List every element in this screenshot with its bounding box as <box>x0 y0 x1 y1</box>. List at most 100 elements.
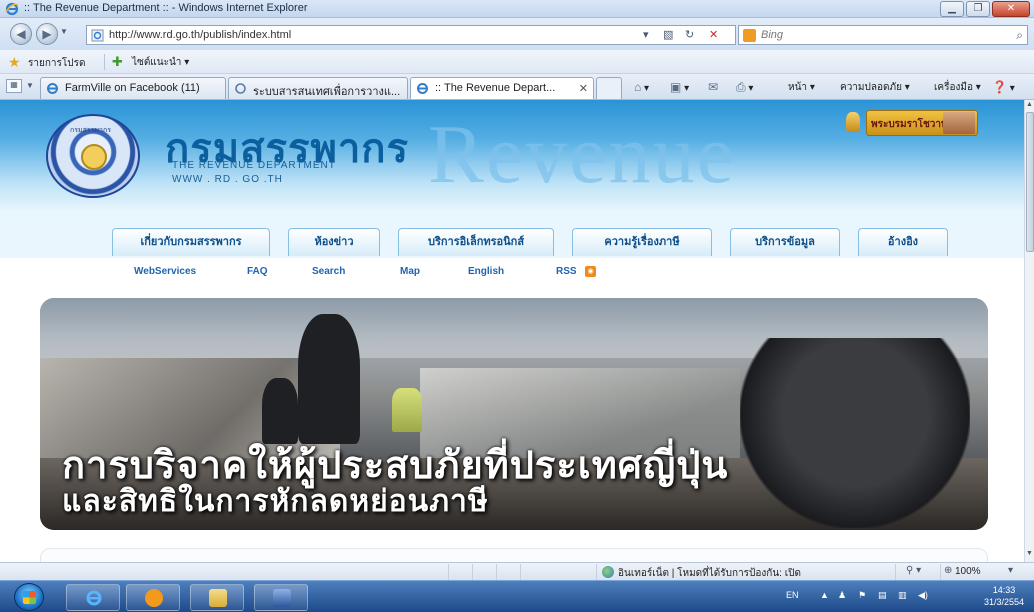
network-icon[interactable]: ▥ <box>898 590 907 601</box>
internet-explorer-icon <box>47 83 58 94</box>
feeds-button[interactable]: ▣ ▾ <box>670 80 689 94</box>
read-mail-button[interactable]: ✉ <box>708 80 718 94</box>
system-clock[interactable]: 14:33 31/3/2554 <box>984 584 1024 608</box>
favorites-button[interactable]: รายการโปรด <box>28 56 85 71</box>
link-search[interactable]: Search <box>312 266 345 277</box>
loading-page-icon <box>235 83 246 94</box>
window-title: :: The Revenue Department :: - Windows I… <box>24 2 308 14</box>
page-viewport: Revenue กรมสรรพากร กรมสรรพากร THE REVENU… <box>0 100 1024 562</box>
search-placeholder[interactable]: Bing <box>761 29 783 41</box>
tray-device-icon[interactable]: ▤ <box>878 590 887 601</box>
compatibility-view-icon[interactable]: ▧ <box>663 28 673 41</box>
recent-pages-dropdown-icon[interactable]: ▼ <box>60 27 68 36</box>
tab-information-system[interactable]: ระบบสารสนเทศเพื่อการวางแ... <box>228 77 408 99</box>
close-tab-icon[interactable]: ✕ <box>579 82 588 95</box>
help-button[interactable]: ❓ ▾ <box>992 80 1015 94</box>
hero-banner[interactable]: การบริจาคให้ผู้ประสบภัยที่ประเทศญี่ปุ่น … <box>40 298 988 530</box>
favorites-star-icon[interactable]: ★ <box>8 54 21 71</box>
status-divider <box>940 564 941 580</box>
status-bar: อินเทอร์เน็ต | โหมดที่ได้รับการป้องกัน: … <box>0 562 1034 580</box>
address-dropdown-icon[interactable]: ▾ <box>643 28 649 41</box>
vertical-scrollbar[interactable]: ▲ ▼ <box>1024 100 1034 562</box>
taskbar-word[interactable] <box>254 584 308 611</box>
tab-list-dropdown-icon[interactable]: ▼ <box>26 81 34 90</box>
menu-tax-knowledge[interactable]: ความรู้เรื่องภาษี <box>572 228 712 256</box>
word-icon <box>273 589 291 607</box>
home-button[interactable]: ⌂ ▾ <box>634 80 649 94</box>
tab-revenue-department[interactable]: :: The Revenue Depart... ✕ <box>410 77 594 99</box>
menu-references[interactable]: อ้างอิง <box>858 228 948 256</box>
page-menu[interactable]: หน้า ▾ <box>788 80 815 95</box>
menu-newsroom[interactable]: ห้องข่าว <box>288 228 380 256</box>
maximize-button[interactable]: ❐ <box>966 1 990 17</box>
suggested-sites-button[interactable]: ไซต์แนะนำ ▾ <box>132 55 189 70</box>
help-icon: ❓ <box>992 80 1007 94</box>
link-rss[interactable]: RSS <box>556 266 577 277</box>
scrollbar-thumb[interactable] <box>1026 112 1034 252</box>
printer-icon: ⎙ <box>736 80 746 94</box>
royal-banner-text: พระบรมราโชวาท <box>871 119 948 130</box>
link-faq[interactable]: FAQ <box>247 266 268 277</box>
protected-mode-icon[interactable]: ⚲ ▾ <box>906 565 921 576</box>
favorites-bar: ★ รายการโปรด ✚ ไซต์แนะนำ ▾ <box>0 50 1034 74</box>
tray-user-icon[interactable]: ♟ <box>838 590 846 601</box>
quick-tabs-icon[interactable]: ▦ <box>6 79 22 93</box>
taskbar-explorer[interactable] <box>190 584 244 611</box>
tab-farmville[interactable]: FarmVille on Facebook (11) <box>40 77 226 99</box>
taskbar-outlook[interactable] <box>126 584 180 611</box>
favorites-divider <box>104 54 105 70</box>
back-button[interactable]: ◀ <box>10 23 32 45</box>
hero-worker-vest <box>392 388 422 432</box>
windows-taskbar: EN ▲ ♟ ⚑ ▤ ▥ ◀) 14:33 31/3/2554 <box>0 580 1034 612</box>
search-box[interactable]: Bing ⌕ <box>738 25 1028 45</box>
stop-icon[interactable]: ✕ <box>709 28 718 41</box>
safety-menu[interactable]: ความปลอดภัย ▾ <box>840 80 910 95</box>
hero-standing-man <box>298 314 360 444</box>
tab-label: :: The Revenue Depart... <box>435 82 556 94</box>
start-button[interactable] <box>14 583 44 611</box>
zoom-icon[interactable]: ⊕ <box>944 565 952 576</box>
minimize-button[interactable]: ▁ <box>940 1 964 17</box>
action-center-flag-icon[interactable]: ⚑ <box>858 590 866 601</box>
security-zone-text[interactable]: อินเทอร์เน็ต | โหมดที่ได้รับการป้องกัน: … <box>618 566 801 581</box>
scroll-down-icon[interactable]: ▼ <box>1026 550 1033 557</box>
page-icon <box>91 29 104 42</box>
new-tab-button[interactable] <box>596 77 622 99</box>
home-icon: ⌂ <box>634 80 642 94</box>
url-text[interactable]: http://www.rd.go.th/publish/index.html <box>109 29 291 41</box>
hero-crouching-people <box>740 338 970 528</box>
address-field[interactable]: http://www.rd.go.th/publish/index.html ▾… <box>86 25 736 45</box>
status-divider <box>496 564 497 580</box>
revenue-department-seal[interactable]: กรมสรรพากร <box>46 114 140 198</box>
forward-button[interactable]: ▶ <box>36 23 58 45</box>
zoom-level[interactable]: 100% <box>955 566 981 577</box>
link-map[interactable]: Map <box>400 266 420 277</box>
refresh-icon[interactable]: ↻ <box>685 28 694 41</box>
internet-explorer-icon <box>5 2 19 16</box>
search-icon[interactable]: ⌕ <box>1016 28 1023 43</box>
input-language[interactable]: EN <box>786 590 799 600</box>
status-divider <box>596 564 597 580</box>
seal-deity-emblem <box>81 144 107 170</box>
menu-about[interactable]: เกี่ยวกับกรมสรรพากร <box>112 228 270 256</box>
bing-icon <box>743 29 756 42</box>
royal-portrait <box>943 112 975 134</box>
link-english[interactable]: English <box>468 266 504 277</box>
taskbar-internet-explorer[interactable] <box>66 584 120 611</box>
menu-e-services[interactable]: บริการอิเล็กทรอนิกส์ <box>398 228 554 256</box>
show-hidden-icons[interactable]: ▲ <box>820 590 829 600</box>
volume-icon[interactable]: ◀) <box>918 590 928 601</box>
menu-information-services[interactable]: บริการข้อมูล <box>730 228 840 256</box>
zoom-dropdown-icon[interactable]: ▾ <box>1008 565 1013 576</box>
link-webservices[interactable]: WebServices <box>134 266 196 277</box>
main-menu: เกี่ยวกับกรมสรรพากร ห้องข่าว บริการอิเล็… <box>0 212 1024 258</box>
scroll-up-icon[interactable]: ▲ <box>1026 101 1033 108</box>
print-button[interactable]: ⎙ ▾ <box>736 80 753 95</box>
add-to-favorites-icon[interactable]: ✚ <box>112 54 123 70</box>
folder-icon <box>209 589 227 607</box>
close-window-button[interactable]: ✕ <box>992 1 1030 17</box>
tools-menu[interactable]: เครื่องมือ ▾ <box>934 80 981 95</box>
royal-address-banner[interactable]: พระบรมราโชวาท <box>866 110 978 136</box>
rss-icon[interactable]: ◉ <box>585 266 596 277</box>
royal-emblem-icon <box>846 112 860 132</box>
